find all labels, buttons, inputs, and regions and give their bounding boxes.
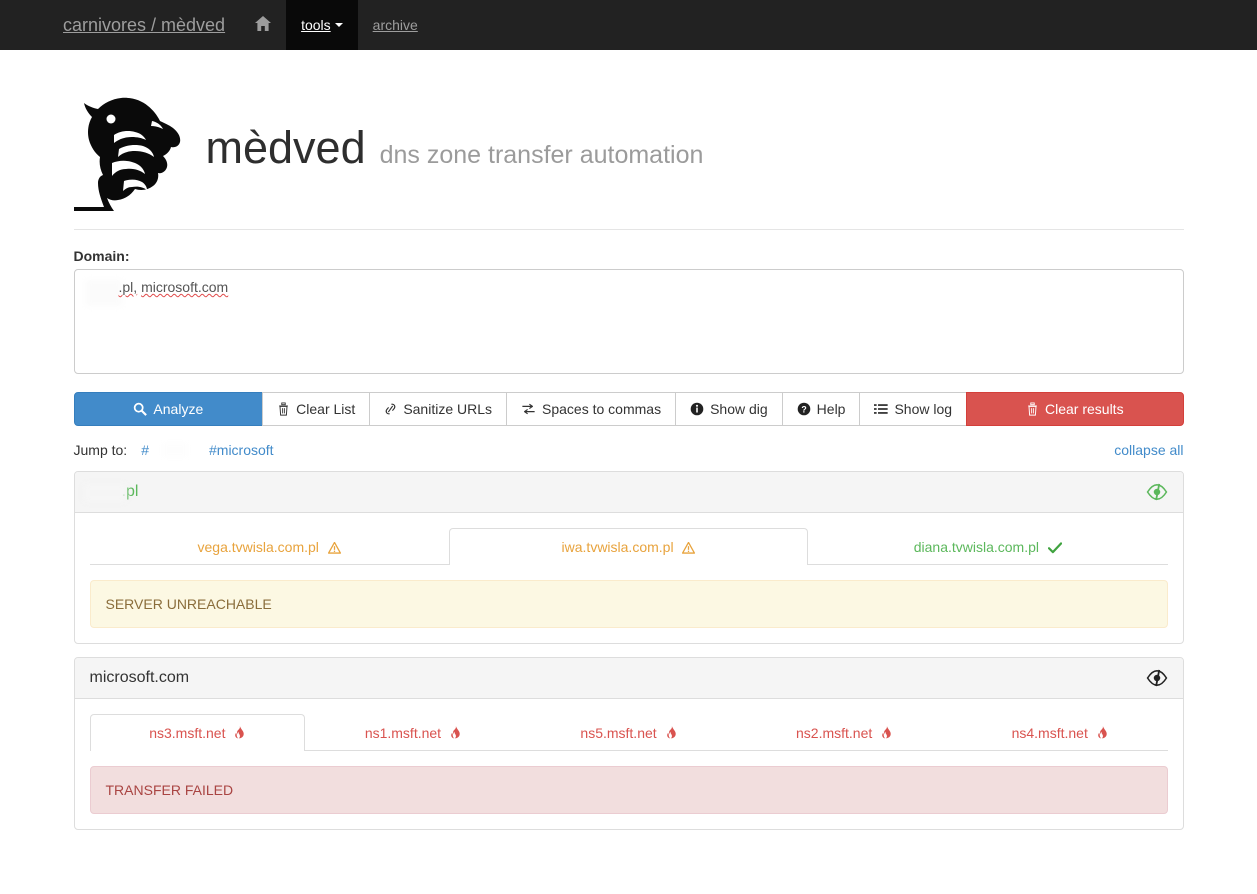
jump-link-pl-text: # — [141, 442, 149, 458]
jump-link-pl[interactable]: # — [141, 442, 149, 458]
svg-text:?: ? — [801, 404, 806, 414]
chevron-down-icon — [334, 23, 343, 27]
warning-triangle-icon — [682, 542, 696, 554]
trash-icon — [277, 402, 290, 416]
home-icon — [255, 16, 272, 34]
jump-to-label: Jump to: — [73, 442, 128, 458]
fire-icon — [881, 726, 892, 740]
spaces-to-commas-button[interactable]: Spaces to commas — [506, 392, 677, 426]
show-dig-button[interactable]: Show dig — [675, 392, 783, 426]
ns-tab-vega[interactable]: vega.tvwisla.com.pl — [90, 528, 449, 565]
jump-link-redaction — [163, 443, 187, 457]
top-navbar: carnivores / mèdved tools archive — [0, 0, 1257, 50]
search-icon — [133, 402, 148, 416]
nav-tools-label: tools — [301, 17, 331, 33]
panel-body: ns3.msft.net ns1.msft.net ns5.msft.net n… — [75, 699, 1183, 829]
warning-triangle-icon — [327, 542, 341, 554]
question-circle-icon: ? — [797, 402, 811, 416]
ns-tab-ns3-label: ns3.msft.net — [149, 725, 226, 741]
eye-slash-icon[interactable] — [1146, 669, 1168, 687]
info-circle-icon — [690, 402, 704, 416]
nameserver-tabs-pl: vega.tvwisla.com.pl iwa.tvwisla.com.pl d… — [89, 528, 1168, 565]
domain-input-wrapper: .pl, microsoft.com — [73, 269, 1184, 374]
clear-results-button[interactable]: Clear results — [966, 392, 1184, 426]
analyze-button-label: Analyze — [153, 401, 204, 417]
eye-slash-icon[interactable] — [1146, 483, 1168, 501]
ns-tab-ns1[interactable]: ns1.msft.net — [305, 714, 521, 751]
fire-icon — [666, 726, 677, 740]
ns-tab-ns4[interactable]: ns4.msft.net — [952, 714, 1168, 751]
check-icon — [1047, 542, 1062, 554]
panel-title-microsoft: microsoft.com — [89, 669, 190, 686]
fire-icon — [234, 726, 245, 740]
ns-tab-iwa[interactable]: iwa.tvwisla.com.pl — [448, 528, 809, 565]
spaces-to-commas-label: Spaces to commas — [542, 401, 662, 417]
page-container: mèdved dns zone transfer automation Doma… — [59, 50, 1199, 830]
link-icon — [384, 402, 397, 416]
nav-tools[interactable]: tools — [286, 0, 358, 50]
domain-input[interactable]: .pl, microsoft.com — [73, 269, 1184, 374]
sanitize-urls-button[interactable]: Sanitize URLs — [369, 392, 508, 426]
ns-tab-ns5-label: ns5.msft.net — [580, 725, 657, 741]
trash-icon — [1026, 402, 1039, 416]
panel-heading: microsoft.com — [74, 658, 1183, 699]
page-title: mèdved — [205, 121, 366, 173]
ns-tab-ns2-label: ns2.msft.net — [796, 725, 873, 741]
masthead-titles: mèdved dns zone transfer automation — [206, 125, 704, 170]
ns-tab-ns4-label: ns4.msft.net — [1011, 725, 1088, 741]
clear-results-label: Clear results — [1044, 401, 1124, 417]
bear-head-logo — [73, 83, 192, 211]
collapse-all-link[interactable]: collapse all — [1114, 442, 1183, 458]
result-panel-microsoft: microsoft.com ns3.msft.net ns1.msft.net … — [73, 657, 1184, 830]
alert-transfer-failed: TRANSFER FAILED — [89, 766, 1168, 814]
ns-tab-diana-label: diana.tvwisla.com.pl — [913, 539, 1040, 555]
page-subtitle: dns zone transfer automation — [379, 140, 704, 169]
show-log-label: Show log — [894, 401, 953, 417]
analyze-button[interactable]: Analyze — [73, 392, 264, 426]
clear-list-label: Clear List — [296, 401, 356, 417]
toolbar: Analyze Clear List Sanitize URLs Spaces … — [73, 392, 1184, 426]
ns-tab-diana[interactable]: diana.tvwisla.com.pl — [808, 528, 1167, 565]
help-button[interactable]: ? Help — [781, 392, 861, 426]
panel-body: vega.tvwisla.com.pl iwa.tvwisla.com.pl d… — [75, 513, 1183, 643]
show-dig-label: Show dig — [710, 401, 768, 417]
result-panel-pl: .pl vega.tvwisla.com.pl iwa.tvwisla.com.… — [73, 471, 1184, 644]
ns-tab-iwa-label: iwa.tvwisla.com.pl — [561, 539, 674, 555]
domain-label: Domain: — [73, 248, 130, 264]
nameserver-tabs-microsoft: ns3.msft.net ns1.msft.net ns5.msft.net n… — [89, 714, 1168, 751]
domain-value-part-1: .pl, — [118, 279, 138, 295]
clear-list-button[interactable]: Clear List — [262, 392, 371, 426]
ns-tab-ns5[interactable]: ns5.msft.net — [521, 714, 737, 751]
list-icon — [874, 402, 889, 416]
sanitize-urls-label: Sanitize URLs — [403, 401, 493, 417]
panel-title-redaction — [83, 484, 126, 502]
fire-icon — [1097, 726, 1108, 740]
show-log-button[interactable]: Show log — [859, 392, 968, 426]
panel-heading: .pl — [74, 472, 1183, 513]
navbar-brand[interactable]: carnivores / mèdved — [0, 0, 240, 50]
alert-server-unreachable: SERVER UNREACHABLE — [89, 580, 1168, 628]
ns-tab-ns2[interactable]: ns2.msft.net — [736, 714, 952, 751]
panel-title-pl: .pl — [83, 483, 138, 502]
jump-bar: Jump to: # #microsoft collapse all — [74, 442, 1184, 458]
ns-tab-ns1-label: ns1.msft.net — [364, 725, 442, 741]
domain-value-part-2: microsoft.com — [141, 279, 229, 295]
ns-tab-ns3[interactable]: ns3.msft.net — [89, 714, 306, 751]
exchange-icon — [521, 402, 536, 416]
ns-tab-vega-label: vega.tvwisla.com.pl — [197, 539, 319, 555]
help-label: Help — [816, 401, 846, 417]
jump-link-microsoft[interactable]: #microsoft — [209, 442, 274, 458]
fire-icon — [450, 726, 461, 740]
nav-archive[interactable]: archive — [358, 0, 433, 50]
nav-home[interactable] — [240, 0, 286, 50]
masthead: mèdved dns zone transfer automation — [73, 50, 1184, 230]
